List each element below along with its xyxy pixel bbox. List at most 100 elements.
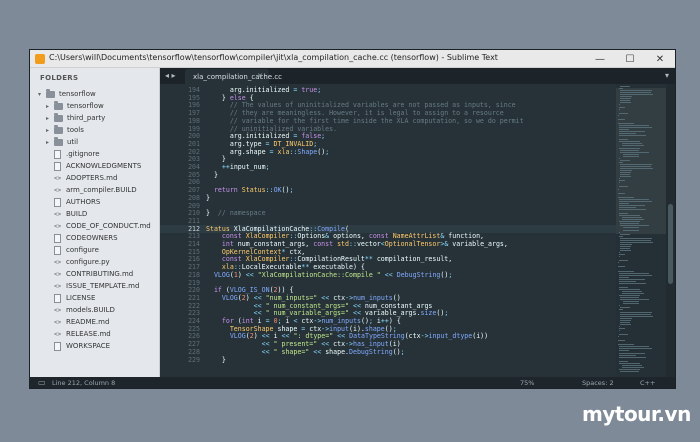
- minimap-line: [619, 352, 646, 354]
- code-file-icon: <>: [54, 306, 62, 314]
- sidebar-item-file[interactable]: <> CODE_OF_CONDUCT.md: [54, 220, 151, 232]
- minimap-line: [619, 272, 650, 274]
- code-line[interactable]: }: [206, 194, 210, 203]
- minimap-line: [620, 239, 652, 241]
- sidebar-item-label: tensorflow: [59, 90, 96, 98]
- panel-toggle-icon[interactable]: ▭: [38, 378, 46, 387]
- minimap-line: [620, 321, 630, 323]
- minimap-line: [618, 344, 635, 346]
- scrollbar-thumb[interactable]: [668, 204, 673, 284]
- sidebar-item-file[interactable]: <> README.md: [54, 316, 109, 328]
- file-icon: [54, 197, 61, 207]
- sidebar-item-label: tools: [67, 126, 84, 134]
- sidebar-item-file[interactable]: <> arm_compiler.BUILD: [54, 184, 137, 196]
- status-bar: ▭ Line 212, Column 8 75% Spaces: 2 C++: [30, 377, 675, 388]
- sidebar-item-file[interactable]: CODEOWNERS: [54, 232, 118, 244]
- sidebar-item-root-folder[interactable]: ▾ tensorflow: [38, 88, 96, 100]
- minimap-line: [620, 86, 631, 87]
- minimap-line: [619, 147, 640, 149]
- minimap-line: [618, 192, 625, 194]
- sidebar-item-file[interactable]: AUTHORS: [54, 196, 100, 208]
- minimap-line: [618, 356, 646, 358]
- minimap-line: [618, 340, 625, 342]
- maximize-button[interactable]: ☐: [615, 50, 645, 68]
- minimap-line: [619, 350, 629, 352]
- title-bar: C:\Users\will\Documents\tensorflow\tenso…: [30, 50, 675, 68]
- minimize-button[interactable]: —: [585, 50, 615, 68]
- minimap-line: [619, 368, 640, 370]
- minimap-line: [619, 106, 625, 108]
- sidebar-item-folder[interactable]: ▸ tools: [46, 124, 84, 136]
- sidebar-item-file[interactable]: <> models.BUILD: [54, 304, 115, 316]
- code-line[interactable]: }: [206, 356, 226, 365]
- minimap-line: [620, 172, 631, 174]
- folders-header: FOLDERS: [40, 74, 79, 82]
- indentation-setting[interactable]: Spaces: 2: [582, 379, 614, 387]
- sidebar-item-file[interactable]: ACKNOWLEDGMENTS: [54, 160, 141, 172]
- tab-close-icon[interactable]: ✕: [257, 72, 263, 80]
- code-line[interactable]: } // namespace: [206, 209, 266, 218]
- tab-label: xla_compilation_cache.cc: [193, 72, 283, 81]
- sidebar-item-file[interactable]: <> ISSUE_TEMPLATE.md: [54, 280, 139, 292]
- sidebar-item-file[interactable]: .gitignore: [54, 148, 100, 160]
- minimap-line: [619, 254, 625, 256]
- minimap-line: [620, 307, 631, 309]
- minimap-line: [620, 176, 632, 178]
- minimap-line: [620, 233, 631, 235]
- minimap-line: [619, 309, 623, 311]
- file-icon: [54, 233, 61, 243]
- minimap-line: [619, 161, 623, 163]
- collapsed-arrow-icon[interactable]: ▸: [46, 127, 54, 134]
- minimap-viewport[interactable]: [616, 88, 666, 234]
- tab-xla-compilation-cache[interactable]: xla_compilation_cache.cc ✕: [185, 69, 282, 84]
- minimap-line: [619, 221, 640, 223]
- minimap-line: [620, 319, 631, 321]
- folder-icon: [54, 136, 63, 146]
- sidebar-item-file[interactable]: <> BUILD: [54, 208, 87, 220]
- minimap[interactable]: [616, 84, 666, 377]
- code-line[interactable]: }: [206, 171, 218, 180]
- close-button[interactable]: ✕: [645, 50, 675, 68]
- tab-navigation-arrows[interactable]: ◂ ▸: [165, 71, 176, 80]
- minimap-line: [620, 245, 631, 247]
- minimap-line: [620, 311, 653, 313]
- code-line[interactable]: VLOG(1) << "XlaCompilationCache::Compile…: [206, 271, 452, 280]
- tab-dropdown-icon[interactable]: ▾: [665, 71, 669, 80]
- sidebar-item-label: configure: [66, 246, 99, 254]
- vertical-scrollbar[interactable]: [666, 84, 675, 377]
- minimap-line: [619, 198, 650, 200]
- syntax-setting[interactable]: C++: [640, 379, 655, 387]
- code-line[interactable]: << " shape=" << shape.DebugString();: [206, 348, 405, 357]
- minimap-line: [622, 143, 643, 145]
- code-line[interactable]: return Status::OK();: [206, 186, 294, 195]
- sidebar-item-label: CONTRIBUTING.md: [66, 270, 134, 278]
- minimap-line: [619, 295, 640, 297]
- sidebar-item-file[interactable]: configure: [54, 244, 99, 256]
- file-icon: [54, 293, 61, 303]
- code-editor[interactable]: 194 195 196 197 198 199 200 201 202 203 204 205 206 2…: [160, 84, 675, 377]
- sidebar-item-label: AUTHORS: [66, 198, 101, 206]
- sidebar-item-file[interactable]: <> CONTRIBUTING.md: [54, 268, 133, 280]
- file-icon: [54, 245, 61, 255]
- sidebar-item-folder[interactable]: ▸ util: [46, 136, 78, 148]
- sidebar-item-file[interactable]: <> configure.py: [54, 256, 110, 268]
- collapsed-arrow-icon[interactable]: ▸: [46, 103, 54, 110]
- minimap-line: [620, 96, 633, 98]
- collapsed-arrow-icon[interactable]: ▸: [46, 115, 54, 122]
- collapsed-arrow-icon[interactable]: ▸: [46, 139, 54, 146]
- file-icon: [54, 341, 61, 351]
- minimap-line: [620, 237, 653, 239]
- sidebar-item-file[interactable]: <> ADOPTERS.md: [54, 172, 117, 184]
- minimap-line: [622, 229, 640, 231]
- minimap-line: [619, 274, 652, 276]
- sidebar-item-folder[interactable]: ▸ third_party: [46, 112, 105, 124]
- sidebar-item-folder[interactable]: ▸ tensorflow: [46, 100, 104, 112]
- minimap-line: [618, 186, 628, 188]
- expanded-arrow-icon[interactable]: ▾: [38, 91, 46, 98]
- sidebar-item-file[interactable]: LICENSE: [54, 292, 95, 304]
- minimap-line: [618, 286, 628, 288]
- code-area[interactable]: arg.initialized = true; } else { // The …: [206, 84, 616, 377]
- sidebar-item-file[interactable]: WORKSPACE: [54, 340, 110, 352]
- sidebar-item-file[interactable]: <> RELEASE.md: [54, 328, 111, 340]
- minimap-line: [620, 250, 632, 251]
